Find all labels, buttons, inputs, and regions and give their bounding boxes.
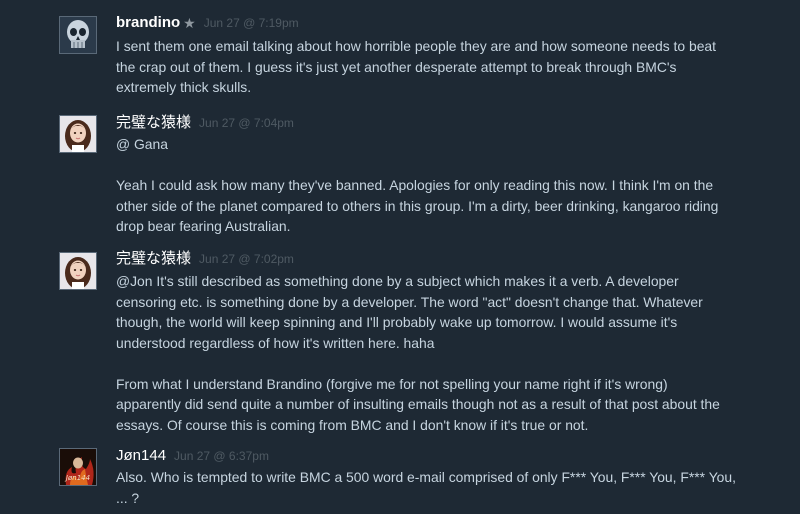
comment-text: @ Gana Yeah I could ask how many they've… <box>116 134 736 237</box>
girl-avatar-icon <box>60 253 96 289</box>
star-icon: ★ <box>183 15 196 31</box>
author-name[interactable]: 完璧な猿様 <box>116 250 191 267</box>
comment-paragraph: @Jon It's still described as something d… <box>116 273 703 351</box>
girl-avatar-icon <box>60 116 96 152</box>
comment-header: 完璧な猿様 Jun 27 @ 7:02pm <box>116 249 294 269</box>
comment-timestamp: Jun 27 @ 7:19pm <box>203 16 299 30</box>
comment-timestamp: Jun 27 @ 7:04pm <box>199 116 294 130</box>
comment-paragraph: From what I understand Brandino (forgive… <box>116 375 720 433</box>
avatar[interactable] <box>59 252 97 290</box>
comment-text: @Jon It's still described as something d… <box>116 271 736 435</box>
comment-timestamp: Jun 27 @ 6:37pm <box>174 449 269 463</box>
fire-avatar-icon: Jøn144 <box>60 449 96 485</box>
author-name[interactable]: 完璧な猿様 <box>116 114 191 131</box>
comment-paragraph: Also. Who is tempted to write BMC a 500 … <box>116 469 736 506</box>
author-name[interactable]: brandino <box>116 14 180 31</box>
comment-header: 完璧な猿様 Jun 27 @ 7:04pm <box>116 113 294 133</box>
avatar[interactable] <box>59 16 97 54</box>
comment-text: I sent them one email talking about how … <box>116 36 736 98</box>
comment-timestamp: Jun 27 @ 7:02pm <box>199 252 294 266</box>
comment-text: Also. Who is tempted to write BMC a 500 … <box>116 467 736 508</box>
comment-header: brandino ★ Jun 27 @ 7:19pm <box>116 13 299 33</box>
avatar[interactable] <box>59 115 97 153</box>
skull-avatar-icon <box>60 17 96 53</box>
comment-paragraph: I sent them one email talking about how … <box>116 38 717 95</box>
comment-paragraph: Yeah I could ask how many they've banned… <box>116 177 719 234</box>
comment-paragraph: @ Gana <box>116 136 168 152</box>
avatar[interactable]: Jøn144 <box>59 448 97 486</box>
avatar-signature: Jøn144 <box>64 474 90 482</box>
comment-thread: brandino ★ Jun 27 @ 7:19pm I sent them one… <box>0 0 800 514</box>
author-name[interactable]: Jøn144 <box>116 447 166 464</box>
comment-header: Jøn144 Jun 27 @ 6:37pm <box>116 446 269 466</box>
